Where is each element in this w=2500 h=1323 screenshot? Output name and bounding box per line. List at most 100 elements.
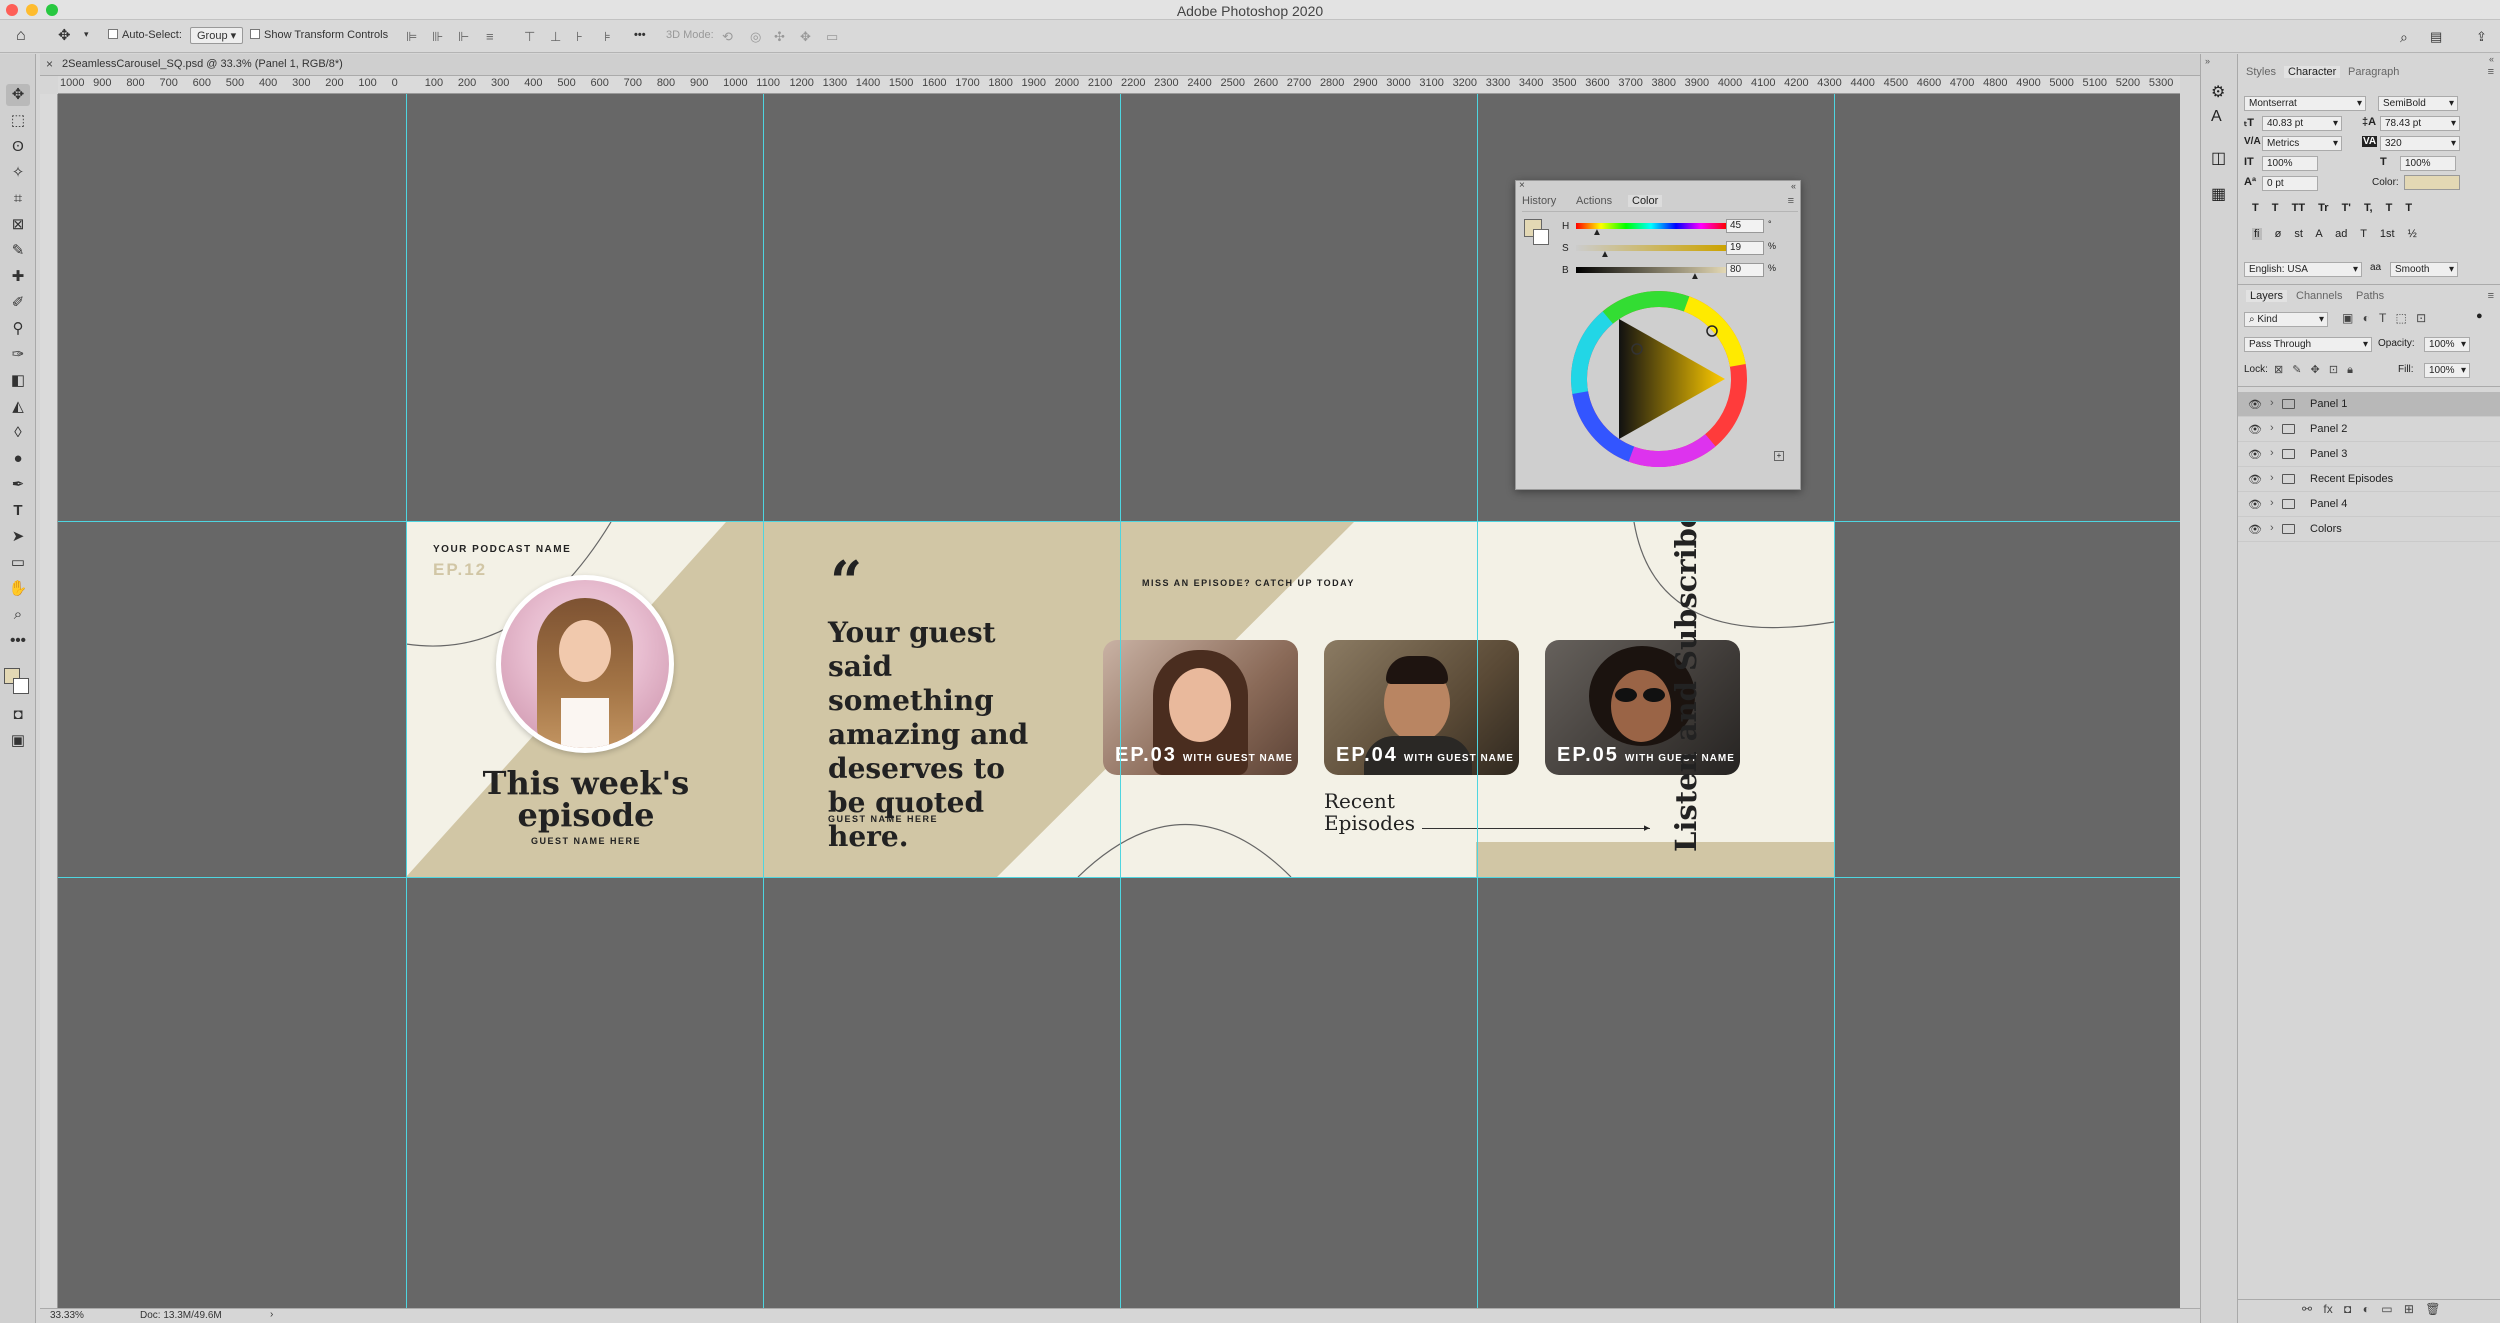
align-middle-icon[interactable]: ⊥ — [550, 29, 561, 45]
crop-tool-icon[interactable]: ⌗ — [6, 188, 30, 210]
type-tool-icon[interactable]: T — [6, 500, 30, 522]
chevron-down-icon[interactable]: ▾ — [84, 29, 89, 40]
font-family-select[interactable]: Montserrat ▾ — [2244, 96, 2366, 111]
guide-vertical[interactable] — [1120, 94, 1121, 1308]
collapse-panels-icon[interactable]: « — [2489, 54, 2494, 64]
history-panel-icon[interactable]: ⚙ — [2211, 82, 2225, 102]
marquee-tool-icon[interactable]: ⬚ — [6, 110, 30, 132]
quick-mask-icon[interactable]: ◘ — [6, 704, 30, 726]
3d-roll-icon[interactable]: ◎ — [750, 29, 761, 45]
path-selection-tool-icon[interactable]: ➤ — [6, 526, 30, 548]
close-tab-icon[interactable]: × — [46, 57, 53, 71]
3d-slide-icon[interactable]: ✥ — [800, 29, 811, 45]
vertical-scale-field[interactable]: 100% — [2262, 156, 2318, 171]
paint-bucket-tool-icon[interactable]: ◭ — [6, 396, 30, 418]
tab-styles[interactable]: Styles — [2246, 66, 2276, 78]
transform-controls-checkbox[interactable]: Show Transform Controls — [250, 29, 388, 41]
character-panel-icon[interactable]: A — [2211, 108, 2222, 126]
lasso-tool-icon[interactable]: ʘ — [6, 136, 30, 158]
color-wheel[interactable] — [1569, 289, 1749, 469]
3d-orbit-icon[interactable]: ⟲ — [722, 29, 733, 45]
align-right-icon[interactable]: ⊩ — [458, 29, 469, 45]
guide-vertical[interactable] — [1834, 94, 1835, 1308]
clone-stamp-tool-icon[interactable]: ⚲ — [6, 318, 30, 340]
screen-mode-icon[interactable]: ▣ — [6, 730, 30, 752]
font-size-field[interactable]: 40.83 pt ▾ — [2262, 116, 2342, 131]
font-style-select[interactable]: SemiBold ▾ — [2378, 96, 2458, 111]
chevron-right-icon[interactable]: › — [270, 1309, 273, 1320]
search-icon[interactable]: ⌕ — [2400, 29, 2408, 46]
tab-channels[interactable]: Channels — [2296, 290, 2342, 302]
history-brush-tool-icon[interactable]: ✑ — [6, 344, 30, 366]
zoom-level[interactable]: 33.33% — [50, 1310, 84, 1321]
align-left-icon[interactable]: ⊫ — [406, 29, 417, 45]
layer-panel-1[interactable]: 👁︎ › Panel 1 — [2238, 392, 2500, 417]
rectangle-tool-icon[interactable]: ▭ — [6, 552, 30, 574]
guide-horizontal[interactable] — [58, 521, 2180, 522]
visibility-eye-icon[interactable]: 👁︎ — [2248, 398, 2262, 411]
tab-layers[interactable]: Layers — [2246, 290, 2288, 302]
add-icon[interactable]: + — [1774, 451, 1784, 461]
antialias-select[interactable]: Smooth ▾ — [2390, 262, 2458, 277]
panel-menu-icon[interactable]: ≡ — [1788, 195, 1794, 207]
share-icon[interactable]: ⇪ — [2476, 29, 2487, 45]
tab-color[interactable]: Color — [1628, 195, 1663, 207]
opentype-buttons[interactable]: fi ø st A ad T 1st ½ — [2252, 228, 2417, 240]
language-select[interactable]: English: USA ▾ — [2244, 262, 2362, 277]
home-icon[interactable]: ⌂ — [16, 27, 26, 45]
magic-wand-tool-icon[interactable]: ✧ — [6, 162, 30, 184]
3d-scale-icon[interactable]: ▭ — [826, 29, 838, 45]
saturation-slider-handle[interactable]: ▲ — [1600, 249, 1610, 260]
expand-icon[interactable]: › — [2270, 447, 2274, 459]
close-panel-icon[interactable]: × — [1519, 180, 1525, 191]
blur-tool-icon[interactable]: ◊ — [6, 422, 30, 444]
more-tools-icon[interactable]: ••• — [6, 630, 30, 652]
hue-slider-handle[interactable]: ▲ — [1592, 227, 1602, 238]
distribute-vertical-icon[interactable]: ⊧ — [604, 29, 611, 45]
layer-filter-icons[interactable]: ▣ ◐ T ⬚ ⊡ — [2342, 311, 2426, 325]
tab-history[interactable]: History — [1522, 195, 1556, 207]
episode-card-1[interactable]: EP.03 WITH GUEST NAME — [1103, 640, 1298, 775]
saturation-field[interactable]: 19 — [1726, 241, 1764, 255]
align-bottom-icon[interactable]: ⊦ — [576, 29, 583, 45]
align-center-icon[interactable]: ⊪ — [432, 29, 443, 45]
background-color-swatch[interactable] — [1533, 229, 1549, 245]
brightness-field[interactable]: 80 — [1726, 263, 1764, 277]
visibility-eye-icon[interactable]: 👁︎ — [2248, 473, 2262, 486]
filter-toggle-icon[interactable]: ● — [2476, 310, 2483, 322]
layers-menu-icon[interactable]: ≡ — [2488, 290, 2494, 302]
saturation-slider[interactable] — [1576, 245, 1726, 251]
hand-tool-icon[interactable]: ✋ — [6, 578, 30, 600]
layer-colors[interactable]: 👁︎ › Colors — [2238, 517, 2500, 542]
episode-card-2[interactable]: EP.04 WITH GUEST NAME — [1324, 640, 1519, 775]
guide-vertical[interactable] — [763, 94, 764, 1308]
guide-vertical[interactable] — [1477, 94, 1478, 1308]
distribute-icon[interactable]: ≡ — [486, 29, 494, 44]
align-top-icon[interactable]: ⊤ — [524, 29, 535, 45]
visibility-eye-icon[interactable]: 👁︎ — [2248, 448, 2262, 461]
expand-icon[interactable]: › — [2270, 422, 2274, 434]
hue-field[interactable]: 45 — [1726, 219, 1764, 233]
brightness-slider[interactable] — [1576, 267, 1726, 273]
collapse-dock-icon[interactable]: » — [2205, 56, 2210, 66]
kerning-field[interactable]: Metrics ▾ — [2262, 136, 2342, 151]
dodge-tool-icon[interactable]: ● — [6, 448, 30, 470]
opacity-field[interactable]: 100% ▾ — [2424, 337, 2470, 352]
tab-actions[interactable]: Actions — [1576, 195, 1612, 207]
pen-tool-icon[interactable]: ✒ — [6, 474, 30, 496]
layer-panel-4[interactable]: 👁︎ › Panel 4 — [2238, 492, 2500, 517]
document-tab[interactable]: × 2SeamlessCarousel_SQ.psd @ 33.3% (Pane… — [40, 54, 2200, 76]
tab-paths[interactable]: Paths — [2356, 290, 2384, 302]
tables-panel-icon[interactable]: ▦ — [2211, 184, 2226, 204]
panel-menu-icon[interactable]: ≡ — [2488, 66, 2494, 78]
visibility-eye-icon[interactable]: 👁︎ — [2248, 423, 2262, 436]
auto-select-dropdown[interactable]: Group ▾ — [190, 27, 244, 44]
expand-icon[interactable]: › — [2270, 522, 2274, 534]
text-color-swatch[interactable] — [2404, 175, 2460, 190]
layer-panel-2[interactable]: 👁︎ › Panel 2 — [2238, 417, 2500, 442]
guide-horizontal[interactable] — [58, 877, 2180, 878]
3d-pan-icon[interactable]: ✣ — [774, 29, 785, 45]
visibility-eye-icon[interactable]: 👁︎ — [2248, 498, 2262, 511]
healing-brush-tool-icon[interactable]: ✚ — [6, 266, 30, 288]
layer-filter-select[interactable]: ⌕ Kind ▾ — [2244, 312, 2328, 327]
